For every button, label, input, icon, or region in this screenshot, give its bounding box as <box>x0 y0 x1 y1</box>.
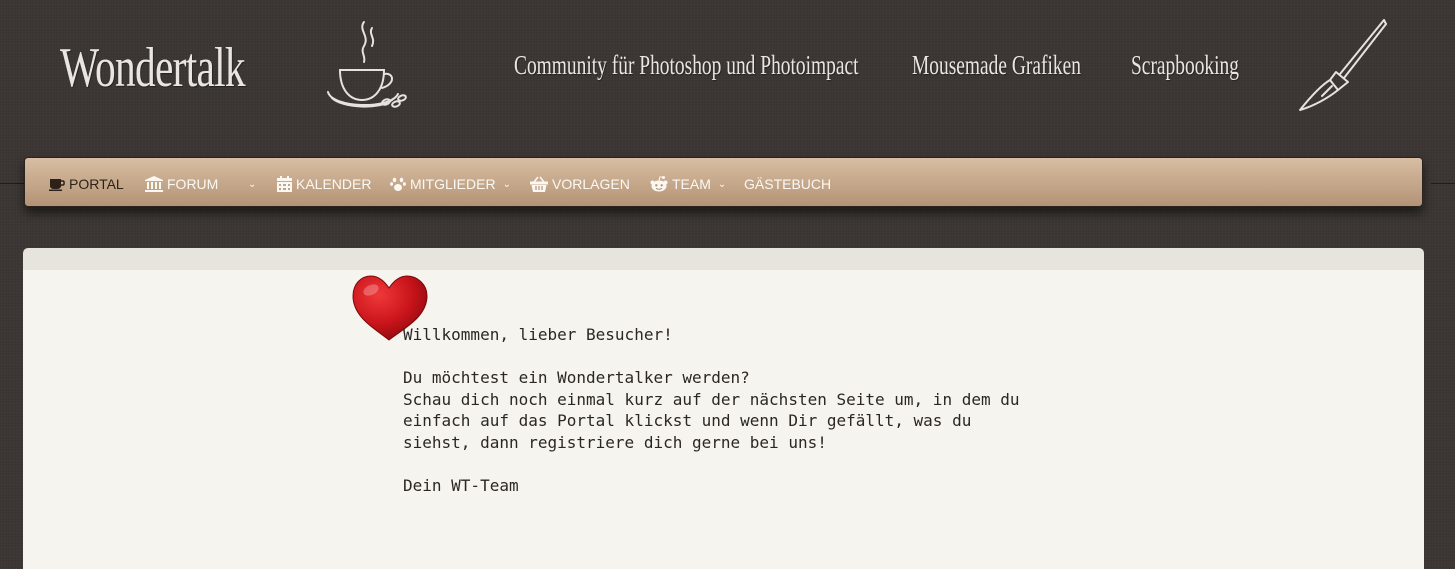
tagline-community: Community für Photoshop und Photoimpact <box>514 50 859 80</box>
nav-item-vorlagen[interactable]: VORLAGEN <box>530 175 630 193</box>
nav-item-forum[interactable]: FORUM <box>145 175 218 193</box>
nav-label-portal: PORTAL <box>69 176 124 192</box>
calendar-icon <box>277 176 292 192</box>
content-panel-header <box>23 248 1424 270</box>
nav-label-vorlagen: VORLAGEN <box>552 176 630 192</box>
nav-item-portal[interactable]: PORTAL <box>49 175 124 193</box>
nav-item-mitglieder[interactable]: MITGLIEDER ⌄ <box>390 175 511 193</box>
nav-item-team[interactable]: TEAM ⌄ <box>650 175 726 193</box>
nav-item-kalender[interactable]: KALENDER <box>277 175 371 193</box>
bank-icon <box>145 176 163 192</box>
main-navigation: PORTAL FORUM ⌄ KALENDER MITGLIEDER ⌄ VOR… <box>24 157 1423 207</box>
chevron-down-icon: ⌄ <box>502 178 511 190</box>
nav-label-gaestebuch: GÄSTEBUCH <box>744 176 832 192</box>
forum-dropdown-toggle[interactable]: ⌄ <box>245 175 256 193</box>
welcome-message: Willkommen, lieber Besucher! Du möchtest… <box>403 325 1020 496</box>
tagline-scrapbooking: Scrapbooking <box>1131 50 1239 80</box>
nav-item-gaestebuch[interactable]: GÄSTEBUCH <box>744 175 831 193</box>
site-header: Wondertalk Community für Photoshop und P… <box>0 0 1455 150</box>
nav-label-kalender: KALENDER <box>296 176 372 192</box>
chevron-down-icon: ⌄ <box>717 178 727 190</box>
basket-icon <box>530 176 548 192</box>
coffee-icon <box>49 179 65 191</box>
reddit-icon <box>650 176 668 192</box>
nav-label-mitglieder: MITGLIEDER <box>410 176 496 192</box>
nav-label-team: TEAM <box>672 176 711 192</box>
tagline-mousemade: Mousemade Grafiken <box>912 50 1081 80</box>
paintbrush-icon <box>1299 19 1387 111</box>
nav-label-forum: FORUM <box>167 176 219 192</box>
chevron-down-icon: ⌄ <box>248 178 257 190</box>
paw-icon <box>390 177 406 191</box>
nav-divider-left <box>0 183 24 184</box>
nav-divider-right <box>1431 183 1455 184</box>
coffee-cup-icon <box>327 21 407 108</box>
site-logo[interactable]: Wondertalk <box>60 36 246 100</box>
